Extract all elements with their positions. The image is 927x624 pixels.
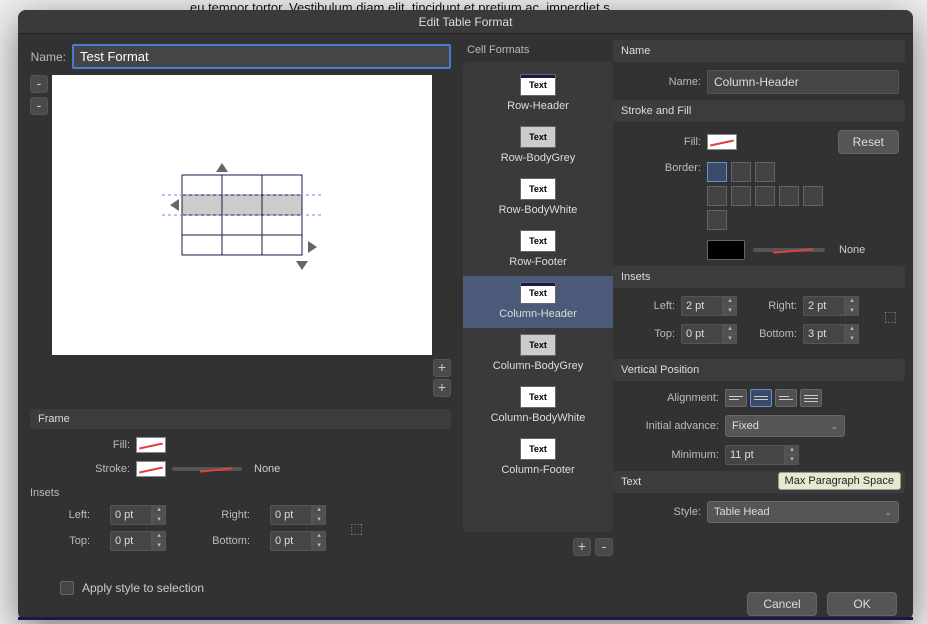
border-top-icon[interactable] bbox=[779, 186, 799, 206]
frame-stroke-slider[interactable] bbox=[172, 467, 242, 471]
dialog-title: Edit Table Format bbox=[18, 10, 913, 34]
remove-format-button[interactable]: - bbox=[30, 75, 48, 93]
frame-stroke-label: Stroke: bbox=[30, 463, 130, 475]
add-preview-button[interactable]: + bbox=[433, 359, 451, 377]
reset-button[interactable]: Reset bbox=[838, 130, 899, 154]
cell-right-field[interactable]: ▴▾ bbox=[803, 296, 863, 316]
preview-grid-icon bbox=[162, 155, 332, 285]
border-hcenter-icon[interactable] bbox=[803, 186, 823, 206]
border-inner-icon[interactable] bbox=[755, 162, 775, 182]
frame-bottom-label: Bottom: bbox=[190, 535, 250, 547]
cell-name-label: Name: bbox=[619, 76, 701, 88]
vertical-position-section-header: Vertical Position bbox=[613, 359, 905, 381]
frame-stroke-value: None bbox=[254, 463, 280, 475]
minimum-label: Minimum: bbox=[619, 449, 719, 461]
table-preview[interactable] bbox=[52, 75, 432, 355]
minimum-field[interactable]: ▴▾ bbox=[725, 445, 799, 465]
frame-insets-header: Insets bbox=[30, 487, 451, 499]
cell-top-field[interactable]: ▴▾ bbox=[681, 324, 741, 344]
format-name-input[interactable] bbox=[72, 44, 451, 69]
initial-advance-label: Initial advance: bbox=[619, 420, 719, 432]
apply-style-label: Apply style to selection bbox=[82, 581, 204, 595]
frame-fill-swatch[interactable] bbox=[136, 437, 166, 453]
frame-top-field[interactable]: ▴▾ bbox=[110, 531, 170, 551]
style-label: Style: bbox=[619, 506, 701, 518]
add-preview-button-2[interactable]: + bbox=[433, 379, 451, 397]
frame-right-field[interactable]: ▴▾ bbox=[270, 505, 330, 525]
text-section-header: Text Max Paragraph Space bbox=[613, 471, 905, 493]
cell-name-input[interactable] bbox=[707, 70, 899, 94]
align-justify-button[interactable] bbox=[800, 389, 822, 407]
cell-bottom-field[interactable]: ▴▾ bbox=[803, 324, 863, 344]
remove-format-button-2[interactable]: - bbox=[30, 97, 48, 115]
border-color-swatch[interactable] bbox=[707, 240, 745, 260]
cell-right-label: Right: bbox=[747, 300, 797, 312]
cell-format-column-bodygrey[interactable]: TextColumn-BodyGrey bbox=[463, 328, 613, 380]
stroke-fill-section-header: Stroke and Fill bbox=[613, 100, 905, 122]
border-bottom-icon[interactable] bbox=[707, 210, 727, 230]
cell-format-column-bodywhite[interactable]: TextColumn-BodyWhite bbox=[463, 380, 613, 432]
initial-advance-select[interactable]: Fixed⌄ bbox=[725, 415, 845, 437]
cell-formats-list: TextRow-Header TextRow-BodyGrey TextRow-… bbox=[463, 62, 613, 532]
alignment-label: Alignment: bbox=[619, 392, 719, 404]
apply-style-checkbox[interactable] bbox=[60, 581, 74, 595]
cell-format-column-header[interactable]: TextColumn-Header bbox=[463, 276, 613, 328]
ok-button[interactable]: OK bbox=[827, 592, 897, 616]
cell-bottom-label: Bottom: bbox=[747, 328, 797, 340]
max-paragraph-space-tooltip: Max Paragraph Space bbox=[778, 472, 901, 490]
remove-cell-format-button[interactable]: - bbox=[595, 538, 613, 556]
cell-insets-section-header: Insets bbox=[613, 266, 905, 288]
frame-top-label: Top: bbox=[30, 535, 90, 547]
align-top-button[interactable] bbox=[725, 389, 747, 407]
align-middle-button[interactable] bbox=[750, 389, 772, 407]
border-weight-slider[interactable] bbox=[753, 248, 825, 252]
border-label: Border: bbox=[619, 162, 701, 174]
name-section-header: Name bbox=[613, 40, 905, 62]
border-right-icon[interactable] bbox=[755, 186, 775, 206]
frame-left-field[interactable]: ▴▾ bbox=[110, 505, 170, 525]
cell-format-row-header[interactable]: TextRow-Header bbox=[463, 68, 613, 120]
name-label: Name: bbox=[30, 50, 66, 64]
frame-stroke-swatch[interactable] bbox=[136, 461, 166, 477]
border-value: None bbox=[839, 244, 865, 256]
cell-top-label: Top: bbox=[619, 328, 675, 340]
cell-left-label: Left: bbox=[619, 300, 675, 312]
style-select[interactable]: Table Head⌄ bbox=[707, 501, 899, 523]
add-cell-format-button[interactable]: + bbox=[573, 538, 591, 556]
cell-fill-label: Fill: bbox=[619, 136, 701, 148]
align-bottom-button[interactable] bbox=[775, 389, 797, 407]
border-left-icon[interactable] bbox=[707, 186, 727, 206]
edit-table-format-dialog: Edit Table Format Name: - - bbox=[18, 10, 913, 620]
cell-formats-header: Cell Formats bbox=[467, 44, 613, 56]
border-all-icon[interactable] bbox=[707, 162, 727, 182]
frame-left-label: Left: bbox=[30, 509, 90, 521]
cell-format-row-bodywhite[interactable]: TextRow-BodyWhite bbox=[463, 172, 613, 224]
cell-left-field[interactable]: ▴▾ bbox=[681, 296, 741, 316]
frame-bottom-field[interactable]: ▴▾ bbox=[270, 531, 330, 551]
cancel-button[interactable]: Cancel bbox=[747, 592, 817, 616]
link-insets-icon[interactable]: ⬚ bbox=[350, 520, 451, 537]
border-outer-icon[interactable] bbox=[731, 162, 751, 182]
cell-format-column-footer[interactable]: TextColumn-Footer bbox=[463, 432, 613, 484]
frame-section-header: Frame bbox=[30, 409, 451, 429]
cell-format-row-footer[interactable]: TextRow-Footer bbox=[463, 224, 613, 276]
frame-right-label: Right: bbox=[190, 509, 250, 521]
border-vcenter-icon[interactable] bbox=[731, 186, 751, 206]
frame-fill-label: Fill: bbox=[30, 439, 130, 451]
cell-fill-swatch[interactable] bbox=[707, 134, 737, 150]
cell-format-row-bodygrey[interactable]: TextRow-BodyGrey bbox=[463, 120, 613, 172]
